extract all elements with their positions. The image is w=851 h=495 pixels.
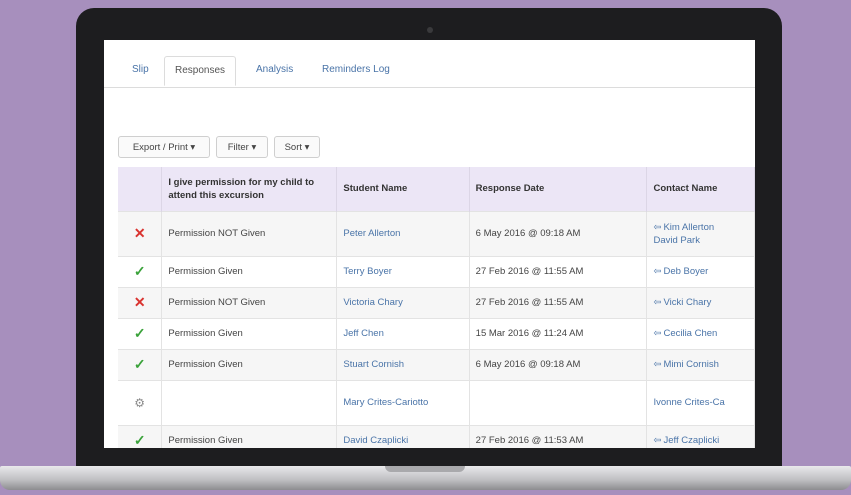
reply-arrow-icon: ⇦ <box>653 221 662 233</box>
student-name-link[interactable]: Stuart Cornish <box>336 348 470 380</box>
date-column-header[interactable]: Response Date <box>469 167 648 211</box>
permission-cell: Permission NOT Given <box>161 286 338 318</box>
response-date-cell: 27 Feb 2016 @ 11:55 AM <box>469 255 648 287</box>
reply-arrow-icon: ⇦ <box>653 297 662 308</box>
contact-link[interactable]: David Park <box>653 234 748 247</box>
permission-cell: Permission Given <box>161 255 338 287</box>
contact-link[interactable]: ⇦ Kim Allerton <box>653 221 748 234</box>
sort-button[interactable]: Sort ▾ <box>274 136 320 158</box>
reply-arrow-icon: ⇦ <box>653 266 662 277</box>
student-name-link[interactable]: Victoria Chary <box>336 286 470 318</box>
response-date-cell: 27 Feb 2016 @ 11:55 AM <box>469 286 648 318</box>
contact-link[interactable]: ⇦ Cecilia Chen <box>646 317 755 349</box>
status-column-header <box>118 167 163 211</box>
contact-link[interactable]: ⇦ Vicki Chary <box>646 286 755 318</box>
responses-table: I give permission for my child to attend… <box>118 167 755 448</box>
app-screen: Slip Responses Analysis Reminders Log Ex… <box>104 40 755 448</box>
contact-link[interactable]: ⇦ Deb Boyer <box>646 255 755 287</box>
student-name-link[interactable]: Peter Allerton <box>336 210 470 256</box>
reply-arrow-icon: ⇦ <box>653 328 662 339</box>
permission-given-icon: ✓ <box>118 317 163 349</box>
contact-link[interactable]: ⇦ Mimi Cornish <box>646 348 755 380</box>
permission-cell: Permission NOT Given <box>161 210 338 256</box>
pending-gear-icon: ⚙ <box>118 379 163 425</box>
permission-column-header[interactable]: I give permission for my child to attend… <box>161 167 338 211</box>
student-name-link[interactable]: David Czaplicki <box>336 424 470 448</box>
student-name-link[interactable]: Jeff Chen <box>336 317 470 349</box>
permission-given-icon: ✓ <box>118 424 163 448</box>
tab-slip[interactable]: Slip <box>132 64 149 75</box>
permission-not-given-icon: ✕ <box>118 210 163 256</box>
table-row[interactable]: ✓ Permission Given Stuart Cornish 6 May … <box>118 348 755 380</box>
permission-cell: Permission Given <box>161 317 338 349</box>
filter-button[interactable]: Filter ▾ <box>216 136 268 158</box>
permission-given-icon: ✓ <box>118 255 163 287</box>
reply-arrow-icon: ⇦ <box>653 359 662 370</box>
contact-link[interactable]: ⇦ Jeff Czaplicki <box>646 424 755 448</box>
student-column-header[interactable]: Student Name <box>336 167 470 211</box>
permission-cell: Permission Given <box>161 424 338 448</box>
tab-analysis[interactable]: Analysis <box>256 64 293 75</box>
student-name-link[interactable]: Mary Crites-Cariotto <box>336 379 470 425</box>
table-row[interactable]: ✓ Permission Given Terry Boyer 27 Feb 20… <box>118 255 755 287</box>
contact-column-header[interactable]: Contact Name <box>646 167 755 211</box>
response-date-cell: 27 Feb 2016 @ 11:53 AM <box>469 424 648 448</box>
table-row[interactable]: ⚙ Mary Crites-Cariotto Ivonne Crites-Ca <box>118 379 755 425</box>
table-row[interactable]: ✓ Permission Given David Czaplicki 27 Fe… <box>118 424 755 448</box>
laptop-base-notch <box>385 466 465 472</box>
tab-reminders-log[interactable]: Reminders Log <box>322 64 390 75</box>
reply-arrow-icon: ⇦ <box>653 435 662 447</box>
camera-icon <box>427 27 433 33</box>
response-date-cell: 6 May 2016 @ 09:18 AM <box>469 210 648 256</box>
tab-bar: Slip Responses Analysis Reminders Log <box>104 54 755 88</box>
response-date-cell: 15 Mar 2016 @ 11:24 AM <box>469 317 648 349</box>
table-row[interactable]: ✕ Permission NOT Given Peter Allerton 6 … <box>118 210 755 256</box>
export-print-button[interactable]: Export / Print ▾ <box>118 136 210 158</box>
contact-cell: ⇦ Kim Allerton David Park <box>646 210 755 256</box>
permission-given-icon: ✓ <box>118 348 163 380</box>
permission-not-given-icon: ✕ <box>118 286 163 318</box>
permission-cell <box>161 379 338 425</box>
response-date-cell: 6 May 2016 @ 09:18 AM <box>469 348 648 380</box>
tab-responses[interactable]: Responses <box>164 56 237 86</box>
student-name-link[interactable]: Terry Boyer <box>336 255 470 287</box>
table-header-row: I give permission for my child to attend… <box>118 167 755 211</box>
table-row[interactable]: ✕ Permission NOT Given Victoria Chary 27… <box>118 286 755 318</box>
table-row[interactable]: ✓ Permission Given Jeff Chen 15 Mar 2016… <box>118 317 755 349</box>
contact-link[interactable]: Ivonne Crites-Ca <box>646 379 755 425</box>
permission-cell: Permission Given <box>161 348 338 380</box>
response-date-cell <box>469 379 648 425</box>
